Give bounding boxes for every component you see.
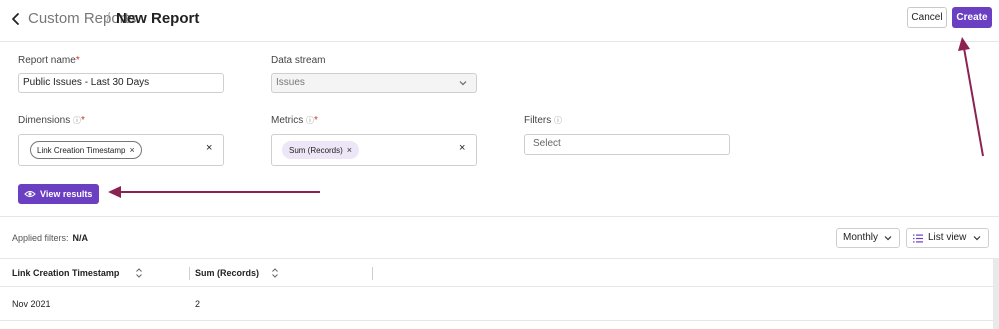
metric-chip-label: Sum (Records) [289,146,343,155]
required-mark: * [314,115,318,126]
sort-icon[interactable] [135,267,143,279]
info-icon[interactable]: ⓘ [306,116,314,125]
dimension-chip: Link Creation Timestamp × [30,141,142,159]
granularity-value: Monthly [843,232,879,243]
applied-filters-value: N/A [72,233,89,243]
granularity-dropdown[interactable]: Monthly [836,228,900,248]
dimensions-label: Dimensions ⓘ* [18,115,85,127]
page-header: Custom Reports / New Report Cancel Creat… [0,0,999,42]
view-mode-dropdown[interactable]: List view [906,228,989,248]
metrics-label-text: Metrics [271,115,304,126]
dimensions-multiselect[interactable]: Link Creation Timestamp × × [18,134,224,166]
filters-label: Filters ⓘ [524,115,562,127]
info-icon[interactable]: ⓘ [73,116,81,125]
view-results-button[interactable]: View results [18,184,99,204]
data-stream-select[interactable]: Issues [271,73,477,93]
report-name-label: Report name* [18,55,80,67]
applied-filters-label: Applied filters: [12,233,69,243]
metrics-label: Metrics ⓘ* [271,115,318,127]
chevron-left-icon[interactable] [9,11,23,27]
annotation-arrow-view-results [108,186,320,198]
column-resize-handle[interactable] [189,267,190,280]
report-name-input[interactable]: Public Issues - Last 30 Days [18,73,224,93]
report-name-label-text: Report name [18,55,76,66]
filters-label-text: Filters [524,115,552,126]
filters-select[interactable]: Select [524,134,730,155]
column-resize-handle[interactable] [372,267,373,280]
column-header-sum-records[interactable]: Sum (Records) [195,267,259,279]
dimension-chip-label: Link Creation Timestamp [37,146,126,155]
chevron-down-icon [973,236,981,241]
chevron-down-icon [459,81,467,86]
data-stream-value: Issues [276,77,305,88]
list-icon [913,234,923,243]
results-table: Link Creation Timestamp Sum (Records) No… [0,258,993,329]
dimensions-label-text: Dimensions [18,115,71,126]
view-mode-value: List view [928,232,967,243]
metric-chip: Sum (Records) × [282,141,360,159]
table-row: Nov 2021 2 [0,287,993,321]
vertical-scrollbar[interactable] [993,258,999,329]
info-icon[interactable]: ⓘ [554,116,562,125]
column-header-link-creation-timestamp[interactable]: Link Creation Timestamp [12,267,119,279]
chevron-down-icon [884,236,892,241]
required-mark: * [75,55,80,66]
section-divider [0,216,999,217]
sort-icon[interactable] [271,267,279,279]
clear-dimensions-icon[interactable]: × [206,142,212,154]
chip-remove-icon[interactable]: × [129,145,134,155]
table-header: Link Creation Timestamp Sum (Records) [0,258,993,287]
clear-metrics-icon[interactable]: × [459,142,465,154]
cancel-button[interactable]: Cancel [907,7,947,28]
page-title: New Report [116,10,200,27]
view-results-label: View results [40,189,93,199]
table-cell: Nov 2021 [12,299,51,309]
metrics-multiselect[interactable]: Sum (Records) × × [271,134,477,166]
annotation-arrow-create [958,37,984,157]
chip-remove-icon[interactable]: × [347,145,352,155]
create-button[interactable]: Create [952,7,992,28]
breadcrumb-separator: / [106,10,111,27]
data-stream-label: Data stream [271,55,326,66]
applied-filters: Applied filters: N/A [12,232,88,244]
table-cell: 2 [195,299,201,309]
required-mark: * [81,115,85,126]
eye-icon [24,191,36,197]
